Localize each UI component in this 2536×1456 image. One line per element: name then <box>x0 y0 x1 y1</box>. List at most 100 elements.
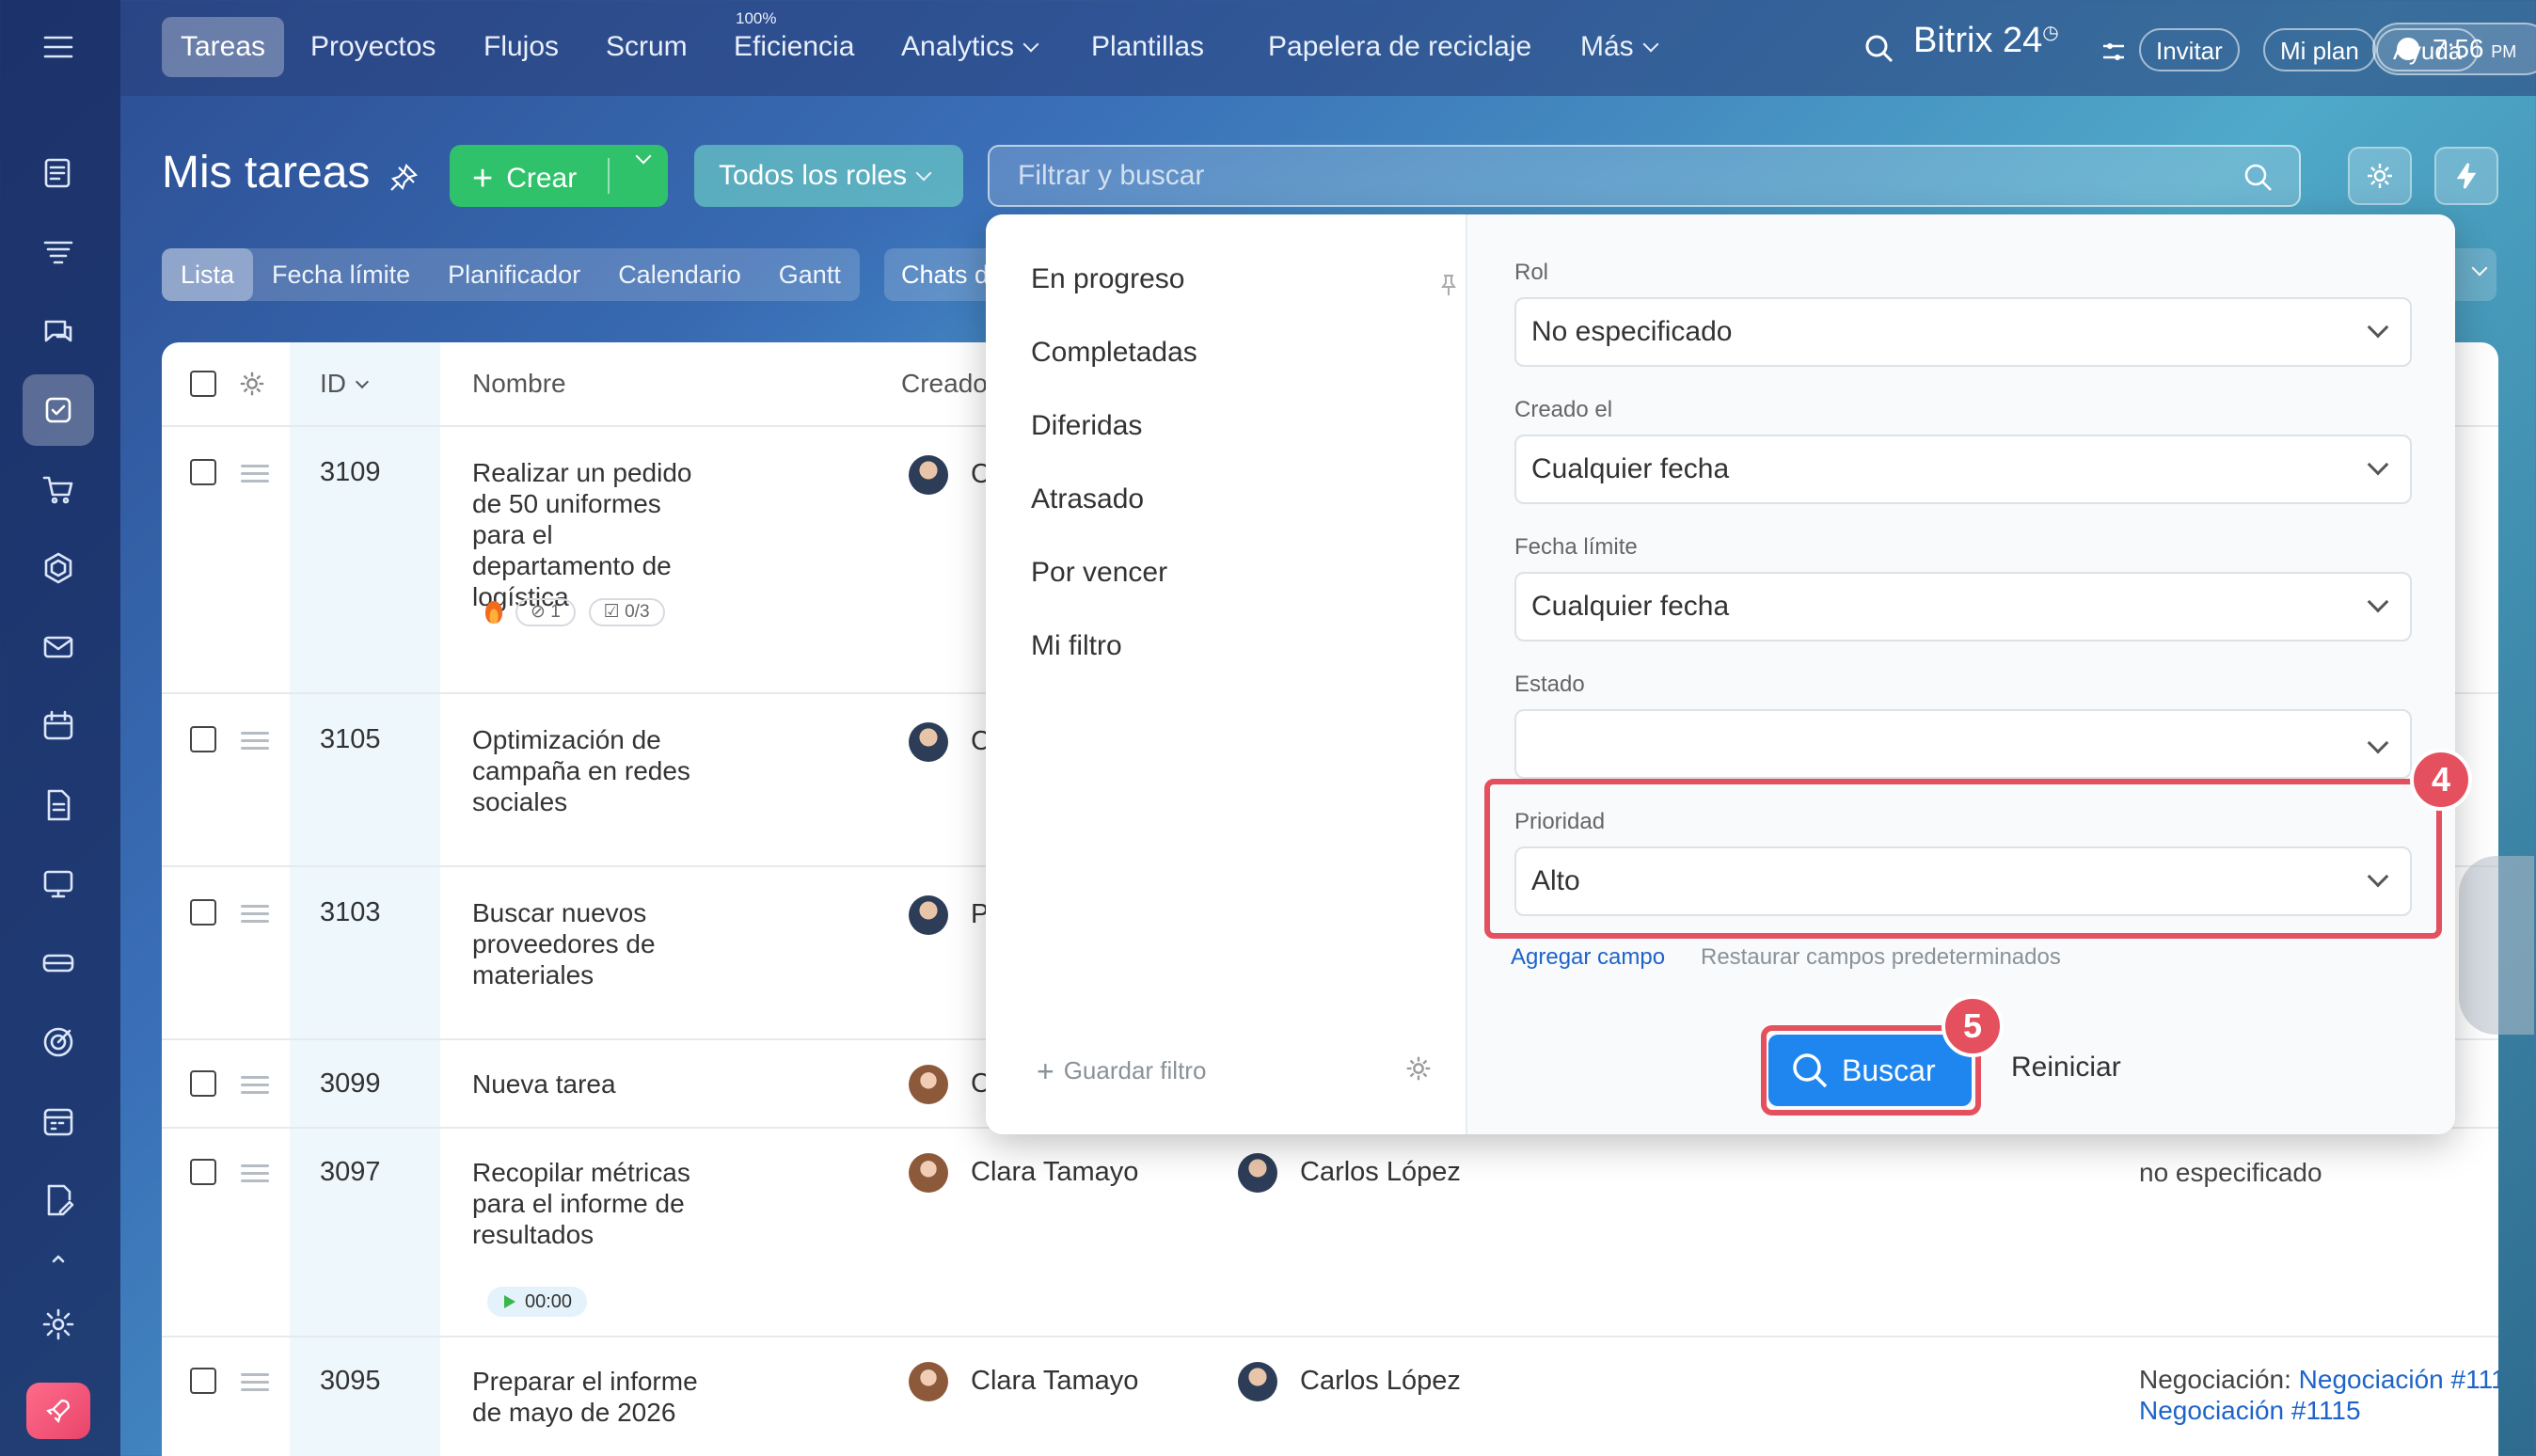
assignee-name[interactable]: Carlos López <box>1300 1366 1461 1397</box>
timer-badge[interactable]: 00:00 <box>487 1287 588 1317</box>
search-input[interactable] <box>990 147 2299 205</box>
work-time-clock[interactable]: 7:56 PM <box>2372 23 2536 75</box>
table-row[interactable]: 3097 Recopilar métricas para el informe … <box>162 1129 2498 1337</box>
my-plan-button[interactable]: Mi plan <box>2263 28 2376 71</box>
nav-flujos[interactable]: Flujos <box>465 17 578 77</box>
drag-handle-icon[interactable] <box>241 732 269 751</box>
document-icon[interactable] <box>32 779 85 831</box>
avatar[interactable] <box>909 1153 948 1193</box>
tab-gantt[interactable]: Gantt <box>760 248 860 301</box>
tab-planificador[interactable]: Planificador <box>429 248 599 301</box>
target-icon[interactable] <box>32 1016 85 1068</box>
preset-atrasado[interactable]: Atrasado <box>1031 483 1144 515</box>
deal-link[interactable]: Negociación #1113 <box>2299 1365 2498 1394</box>
preset-diferidas[interactable]: Diferidas <box>1031 410 1142 442</box>
drag-handle-icon[interactable] <box>241 905 269 924</box>
task-name[interactable]: Buscar nuevos proveedores de materiales <box>472 897 717 990</box>
creator-name[interactable]: Clara Tamayo <box>971 1157 1138 1188</box>
nav-tareas[interactable]: Tareas <box>162 17 285 77</box>
task-name[interactable]: Optimización de campaña en redes sociale… <box>472 724 717 817</box>
chat-icon[interactable] <box>32 305 85 357</box>
deadline-select[interactable]: Cualquier fecha <box>1514 572 2412 641</box>
save-filter-button[interactable]: + Guardar filtro <box>1037 1052 1206 1088</box>
tasks-icon[interactable] <box>23 374 94 446</box>
search-button[interactable]: Buscar <box>1768 1035 1972 1106</box>
creator-name[interactable]: Clara Tamayo <box>971 1366 1138 1397</box>
settings-button[interactable] <box>2348 147 2412 205</box>
tab-chats[interactable]: Chats d <box>884 248 997 301</box>
assignee-name[interactable]: Carlos López <box>1300 1157 1461 1188</box>
row-checkbox[interactable] <box>190 1368 216 1394</box>
tab-fecha-limite[interactable]: Fecha límite <box>253 248 429 301</box>
monitor-icon[interactable] <box>32 858 85 910</box>
task-name[interactable]: Preparar el informe de mayo de 2026 <box>472 1366 717 1428</box>
gear-icon[interactable] <box>237 369 267 399</box>
avatar[interactable] <box>909 722 948 762</box>
row-checkbox[interactable] <box>190 459 216 485</box>
column-id[interactable]: ID <box>320 369 370 399</box>
add-field-link[interactable]: Agregar campo <box>1511 944 1665 971</box>
avatar[interactable] <box>1238 1153 1277 1193</box>
cart-icon[interactable] <box>32 463 85 515</box>
row-checkbox[interactable] <box>190 1159 216 1185</box>
scroll-right-arrow[interactable] <box>2459 856 2534 1035</box>
stack-icon[interactable] <box>32 226 85 278</box>
preset-mi-filtro[interactable]: Mi filtro <box>1031 630 1122 662</box>
collapse-up-icon[interactable] <box>32 1243 85 1272</box>
status-select[interactable] <box>1514 709 2412 779</box>
feed-icon[interactable] <box>32 147 85 199</box>
pin-icon[interactable] <box>1439 273 1458 297</box>
hexagon-icon[interactable] <box>32 542 85 594</box>
avatar[interactable] <box>1238 1362 1277 1401</box>
tab-calendario[interactable]: Calendario <box>599 248 760 301</box>
rocket-icon[interactable] <box>26 1383 90 1439</box>
task-name[interactable]: Nueva tarea <box>472 1068 717 1100</box>
drag-handle-icon[interactable] <box>241 1373 269 1392</box>
rol-select[interactable]: No especificado <box>1514 297 2412 367</box>
chevron-down-icon[interactable] <box>635 148 652 165</box>
preset-por-vencer[interactable]: Por vencer <box>1031 557 1167 589</box>
settings-icon[interactable] <box>32 1298 85 1351</box>
created-date-select[interactable]: Cualquier fecha <box>1514 435 2412 504</box>
drag-handle-icon[interactable] <box>241 465 269 483</box>
preset-en-progreso[interactable]: En progreso <box>1031 263 1184 295</box>
mail-icon[interactable] <box>32 621 85 673</box>
restore-fields-link[interactable]: Restaurar campos predeterminados <box>1701 944 2061 971</box>
create-button[interactable]: + Crear <box>450 145 668 207</box>
row-checkbox[interactable] <box>190 1070 216 1097</box>
nav-eficiencia[interactable]: Eficiencia <box>715 17 873 77</box>
nav-plantillas[interactable]: Plantillas <box>1072 17 1223 77</box>
search-icon[interactable] <box>1862 32 1896 66</box>
column-creator[interactable]: Creado <box>901 369 988 399</box>
column-name[interactable]: Nombre <box>472 369 566 399</box>
avatar[interactable] <box>909 1065 948 1104</box>
drag-handle-icon[interactable] <box>241 1076 269 1095</box>
search-icon[interactable] <box>2243 162 2274 194</box>
sliders-icon[interactable] <box>2100 38 2128 66</box>
gear-icon[interactable] <box>1403 1053 1434 1084</box>
pin-icon[interactable] <box>388 162 420 194</box>
nav-scrum[interactable]: Scrum <box>587 17 706 77</box>
edit-document-icon[interactable] <box>32 1174 85 1227</box>
calendar-icon[interactable] <box>32 700 85 752</box>
row-checkbox[interactable] <box>190 899 216 926</box>
avatar[interactable] <box>909 455 948 495</box>
nav-mas[interactable]: Más <box>1561 17 1675 77</box>
tab-lista[interactable]: Lista <box>162 248 254 301</box>
select-all-checkbox[interactable] <box>190 371 216 397</box>
deal-link[interactable]: Negociación #1115 <box>2139 1396 2361 1425</box>
roles-dropdown[interactable]: Todos los roles <box>694 145 963 207</box>
hamburger-menu-icon[interactable] <box>32 21 85 73</box>
invite-button[interactable]: Invitar <box>2139 28 2240 71</box>
nav-analytics[interactable]: Analytics <box>882 17 1055 77</box>
avatar[interactable] <box>909 1362 948 1401</box>
task-name[interactable]: Recopilar métricas para el informe de re… <box>472 1157 717 1317</box>
task-name[interactable]: Realizar un pedido de 50 uniformes para … <box>472 457 717 626</box>
nav-papelera[interactable]: Papelera de reciclaje <box>1249 17 1550 77</box>
preset-completadas[interactable]: Completadas <box>1031 337 1197 369</box>
table-row[interactable]: 3095 Preparar el informe de mayo de 2026… <box>162 1337 2498 1456</box>
brand-logo[interactable]: Bitrix 24◷ <box>1913 21 2059 61</box>
reset-button[interactable]: Reiniciar <box>2011 1052 2121 1084</box>
filter-search-bar[interactable] <box>988 145 2301 207</box>
card-icon[interactable] <box>32 937 85 989</box>
